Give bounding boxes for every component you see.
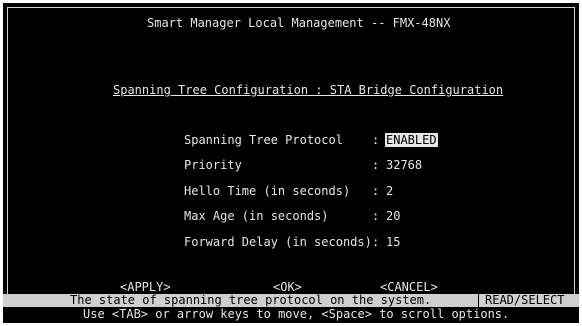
hello-time-input[interactable]: 2	[386, 184, 393, 198]
field-colon: :	[372, 133, 380, 147]
terminal-screen: Smart Manager Local Management -- FMX-48…	[3, 3, 579, 323]
screen-frame	[7, 7, 575, 299]
spanning-tree-protocol-select[interactable]: ENABLED	[385, 133, 438, 147]
priority-input[interactable]: 32768	[386, 158, 422, 172]
cancel-button[interactable]: <CANCEL>	[380, 281, 438, 293]
forward-delay-input[interactable]: 15	[386, 235, 400, 249]
max-age-input[interactable]: 20	[386, 209, 400, 223]
status-message: The state of spanning tree protocol on t…	[70, 293, 432, 307]
field-colon: :	[372, 235, 380, 249]
status-mode: READ/SELECT	[485, 293, 565, 307]
field-label: Max Age (in seconds)	[184, 209, 329, 223]
field-label: Spanning Tree Protocol	[184, 133, 343, 147]
app-title: Smart Manager Local Management -- FMX-48…	[147, 16, 451, 30]
page-subtitle: Spanning Tree Configuration : STA Bridge…	[113, 83, 504, 97]
help-text: Use <TAB> or arrow keys to move, <Space>…	[83, 307, 510, 321]
field-colon: :	[372, 158, 380, 172]
field-label: Forward Delay (in seconds)	[184, 235, 372, 249]
field-label: Priority	[184, 158, 242, 172]
field-label: Hello Time (in seconds)	[184, 184, 351, 198]
status-bar: The state of spanning tree protocol on t…	[3, 294, 579, 307]
help-line: Use <TAB> or arrow keys to move, <Space>…	[3, 307, 579, 321]
apply-button[interactable]: <APPLY>	[120, 281, 171, 293]
ok-button[interactable]: <OK>	[273, 281, 302, 293]
status-separator	[478, 294, 479, 307]
field-colon: :	[372, 209, 380, 223]
field-colon: :	[372, 184, 380, 198]
